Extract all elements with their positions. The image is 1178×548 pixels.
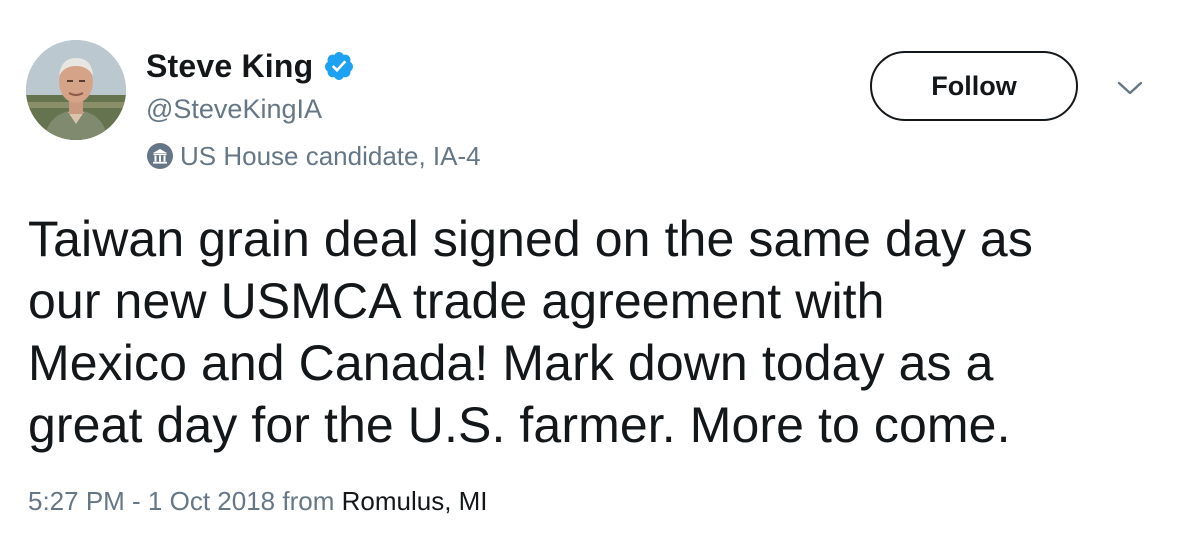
avatar[interactable] — [26, 40, 126, 140]
follow-button[interactable]: Follow — [870, 51, 1078, 121]
tweet-line: Taiwan grain deal signed on the same day… — [28, 211, 1033, 267]
display-name[interactable]: Steve King — [146, 48, 313, 85]
chevron-down-icon[interactable] — [1116, 78, 1144, 98]
author-name-row: Steve King — [146, 46, 355, 86]
tweet-text: Taiwan grain deal signed on the same day… — [28, 208, 1158, 456]
location-link[interactable]: Romulus, MI — [342, 486, 488, 516]
timestamp[interactable]: 5:27 PM - 1 Oct 2018 — [28, 486, 275, 516]
from-label: from — [282, 486, 335, 516]
tweet-card: Steve King @SteveKingIA US House candida… — [0, 0, 1178, 548]
verified-badge-icon — [325, 52, 354, 80]
government-building-icon — [147, 143, 173, 169]
account-label-text: US House candidate, IA-4 — [180, 140, 481, 171]
account-label: US House candidate, IA-4 — [146, 140, 481, 172]
author-handle[interactable]: @SteveKingIA — [146, 94, 322, 125]
profile-photo — [26, 40, 126, 140]
tweet-line: great day for the U.S. farmer. More to c… — [28, 397, 1011, 453]
tweet-line: our new USMCA trade agreement with — [28, 273, 885, 329]
tweet-meta: 5:27 PM - 1 Oct 2018 from Romulus, MI — [28, 486, 488, 517]
tweet-line: Mexico and Canada! Mark down today as a — [28, 335, 994, 391]
